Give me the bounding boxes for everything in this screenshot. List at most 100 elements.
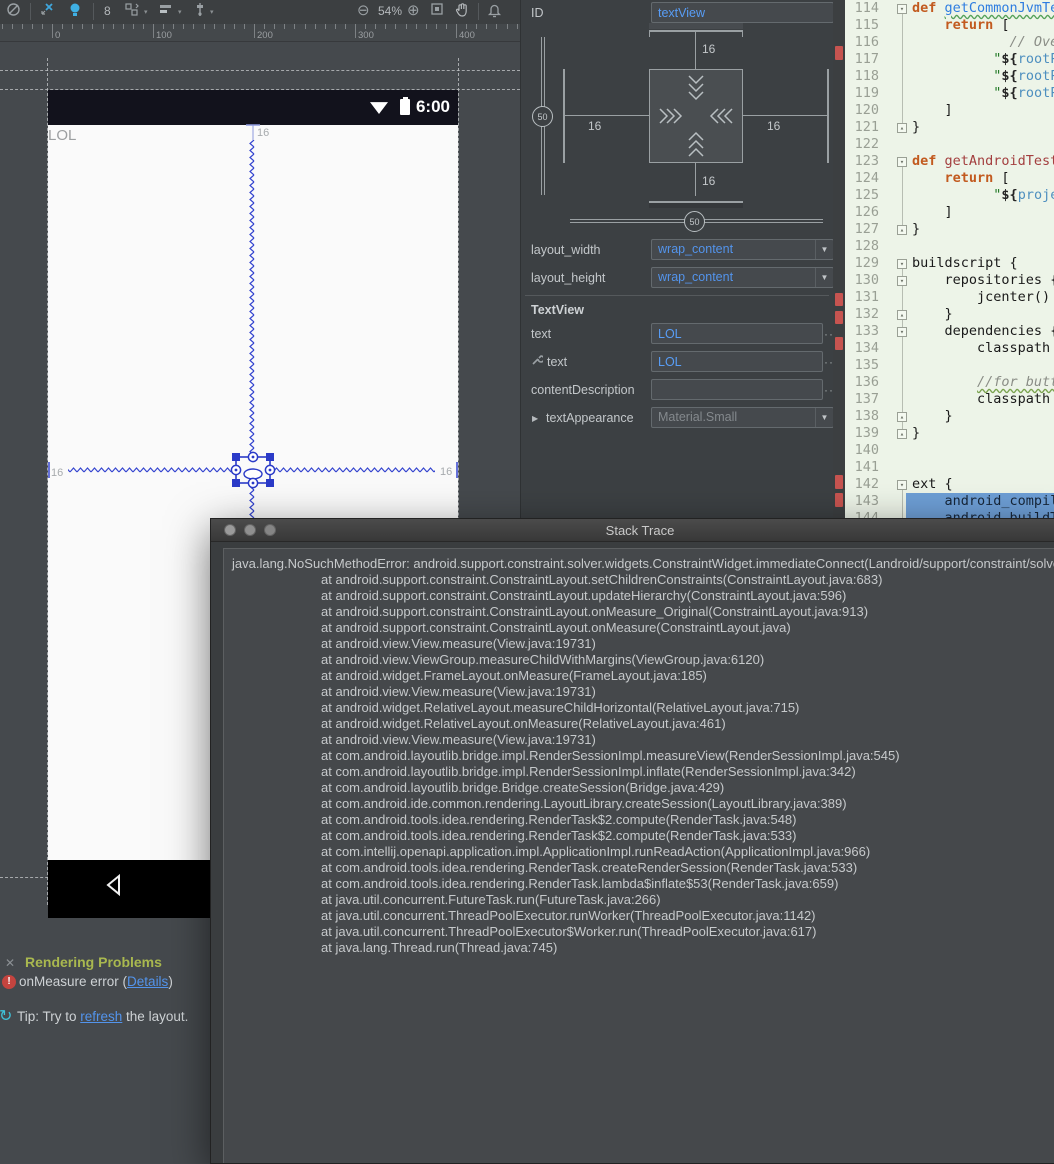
ruler-tick <box>456 24 457 38</box>
editor-line[interactable]: 120 ] <box>845 102 1054 119</box>
editor-line[interactable]: 126 ] <box>845 204 1054 221</box>
nav-back-icon[interactable] <box>104 873 122 897</box>
error-stripe-mark[interactable] <box>835 493 843 507</box>
toolbar-separator <box>30 3 31 20</box>
editor-line[interactable]: 129▾buildscript { <box>845 255 1054 272</box>
fold-marker-icon[interactable]: ▴ <box>897 429 907 439</box>
error-stripe-mark[interactable] <box>835 311 843 324</box>
editor-line[interactable]: 121▴} <box>845 119 1054 136</box>
fold-marker-icon[interactable]: ▾ <box>897 276 907 286</box>
error-stripe-mark[interactable] <box>835 475 843 489</box>
text-input[interactable] <box>651 323 823 344</box>
editor-line[interactable]: 118 "${rootProject <box>845 68 1054 85</box>
fold-marker-icon[interactable]: ▴ <box>897 310 907 320</box>
fold-marker-icon[interactable]: ▾ <box>897 327 907 337</box>
ruler-tick <box>355 24 356 38</box>
details-link[interactable]: Details <box>127 974 168 989</box>
stack-frame: at android.widget.FrameLayout.onMeasure(… <box>232 668 1054 684</box>
text-appearance-dropdown[interactable]: Material.Small▼ <box>651 407 834 428</box>
error-stripe-mark[interactable] <box>835 46 843 60</box>
layout-width-dropdown[interactable]: wrap_content▼ <box>651 239 834 260</box>
fold-marker-icon[interactable]: ▴ <box>897 123 907 133</box>
editor-line[interactable]: 119 "${rootProject <box>845 85 1054 102</box>
editor-line[interactable]: 128 <box>845 238 1054 255</box>
stack-trace-content[interactable]: java.lang.NoSuchMethodError: android.sup… <box>223 548 1054 1164</box>
pan-hand-icon[interactable] <box>455 2 470 18</box>
constraint-widget-box[interactable] <box>649 69 743 163</box>
align-dropdown-caret[interactable]: ▾ <box>178 8 182 16</box>
error-stripe-mark[interactable] <box>835 293 843 306</box>
chevron-down-icon[interactable]: ▼ <box>815 408 833 427</box>
editor-line[interactable]: 123▾def getAndroidTestDe <box>845 153 1054 170</box>
editor-line[interactable]: 115 return [ <box>845 17 1054 34</box>
fold-marker-icon[interactable]: ▴ <box>897 412 907 422</box>
window-title-bar[interactable]: Stack Trace <box>211 519 1054 542</box>
constraint-margin-left[interactable]: 16 <box>588 119 601 133</box>
design-surface-icon[interactable] <box>6 2 21 17</box>
line-number: 118 <box>845 68 879 85</box>
close-icon[interactable]: ✕ <box>5 956 15 970</box>
editor-line[interactable]: 116 // Override <box>845 34 1054 51</box>
stack-frame: at com.android.tools.idea.rendering.Rend… <box>232 812 1054 828</box>
design-text-label: text <box>547 355 567 369</box>
textview-section-title: TextView <box>531 303 584 317</box>
editor-line[interactable]: 141 <box>845 459 1054 476</box>
error-stripe-mark[interactable] <box>835 337 843 350</box>
editor-line[interactable]: 131 jcenter() <box>845 289 1054 306</box>
editor-line[interactable]: 135 <box>845 357 1054 374</box>
ruler-label: 100 <box>156 30 172 41</box>
inference-lightbulb-icon[interactable] <box>68 2 82 18</box>
editor-line[interactable]: 125 "${project <box>845 187 1054 204</box>
ruler-tick <box>22 24 23 29</box>
editor-line[interactable]: 136 //for butterknife <box>845 374 1054 391</box>
editor-line[interactable]: 134 classpath <box>845 340 1054 357</box>
zoom-to-fit-icon[interactable] <box>430 2 444 16</box>
constraint-margin-bottom[interactable]: 16 <box>702 174 715 188</box>
design-text-input[interactable] <box>651 351 823 372</box>
refresh-link[interactable]: refresh <box>80 1009 122 1024</box>
editor-line[interactable]: 140 <box>845 442 1054 459</box>
content-description-input[interactable] <box>651 379 823 400</box>
constraint-margin-top[interactable]: 16 <box>702 42 715 56</box>
constraint-inspector[interactable]: 16 16 16 16 50 50 <box>521 18 834 236</box>
ruler-label: 400 <box>459 30 475 41</box>
chevron-down-icon[interactable]: ▼ <box>815 268 833 287</box>
zoom-out-button[interactable]: ⊖ <box>357 2 370 20</box>
fold-marker-icon[interactable]: ▾ <box>897 4 907 14</box>
stack-frame: at android.widget.RelativeLayout.onMeasu… <box>232 716 1054 732</box>
expand-arrow-icon[interactable]: ▶ <box>532 414 538 423</box>
editor-line[interactable]: 117 "${rootProject <box>845 51 1054 68</box>
editor-line[interactable]: 114▾def getCommonJvmTest <box>845 0 1054 17</box>
pack-dropdown-caret[interactable]: ▾ <box>144 8 148 16</box>
editor-line[interactable]: 130▾ repositories { <box>845 272 1054 289</box>
guidelines-icon[interactable] <box>193 2 207 18</box>
editor-line[interactable]: 122 <box>845 136 1054 153</box>
editor-line[interactable]: 133▾ dependencies { <box>845 323 1054 340</box>
autoconnect-off-icon[interactable] <box>40 2 56 17</box>
fold-marker-icon[interactable]: ▾ <box>897 157 907 167</box>
editor-line[interactable]: 127▴} <box>845 221 1054 238</box>
editor-line[interactable]: 143 android_compileSdk <box>845 493 1054 510</box>
fold-marker-icon[interactable]: ▾ <box>897 259 907 269</box>
editor-line[interactable]: 142▾ext { <box>845 476 1054 493</box>
fold-marker-icon[interactable]: ▴ <box>897 225 907 235</box>
zoom-in-button[interactable]: ⊕ <box>407 2 420 20</box>
notifications-bell-icon[interactable] <box>487 2 502 18</box>
align-icon[interactable] <box>158 2 174 17</box>
stack-trace-window[interactable]: Stack Trace java.lang.NoSuchMethodError:… <box>210 518 1054 1164</box>
editor-line[interactable]: 132▴ } <box>845 306 1054 323</box>
editor-line[interactable]: 138▴ } <box>845 408 1054 425</box>
constraint-margin-right[interactable]: 16 <box>767 119 780 133</box>
vertical-bias-value[interactable]: 50 <box>532 106 553 127</box>
horizontal-bias-value[interactable]: 50 <box>684 211 705 232</box>
fold-marker-icon[interactable]: ▾ <box>897 480 907 490</box>
default-margins-button[interactable]: 8 <box>104 4 111 18</box>
layout-height-dropdown[interactable]: wrap_content▼ <box>651 267 834 288</box>
pack-selection-icon[interactable] <box>124 2 140 17</box>
editor-line[interactable]: 124 return [ <box>845 170 1054 187</box>
chevron-down-icon[interactable]: ▼ <box>815 240 833 259</box>
editor-line[interactable]: 137 classpath <box>845 391 1054 408</box>
editor-line[interactable]: 139▴} <box>845 425 1054 442</box>
stack-frame: at com.android.layoutlib.bridge.impl.Ren… <box>232 748 1054 764</box>
guidelines-dropdown-caret[interactable]: ▾ <box>210 8 214 16</box>
